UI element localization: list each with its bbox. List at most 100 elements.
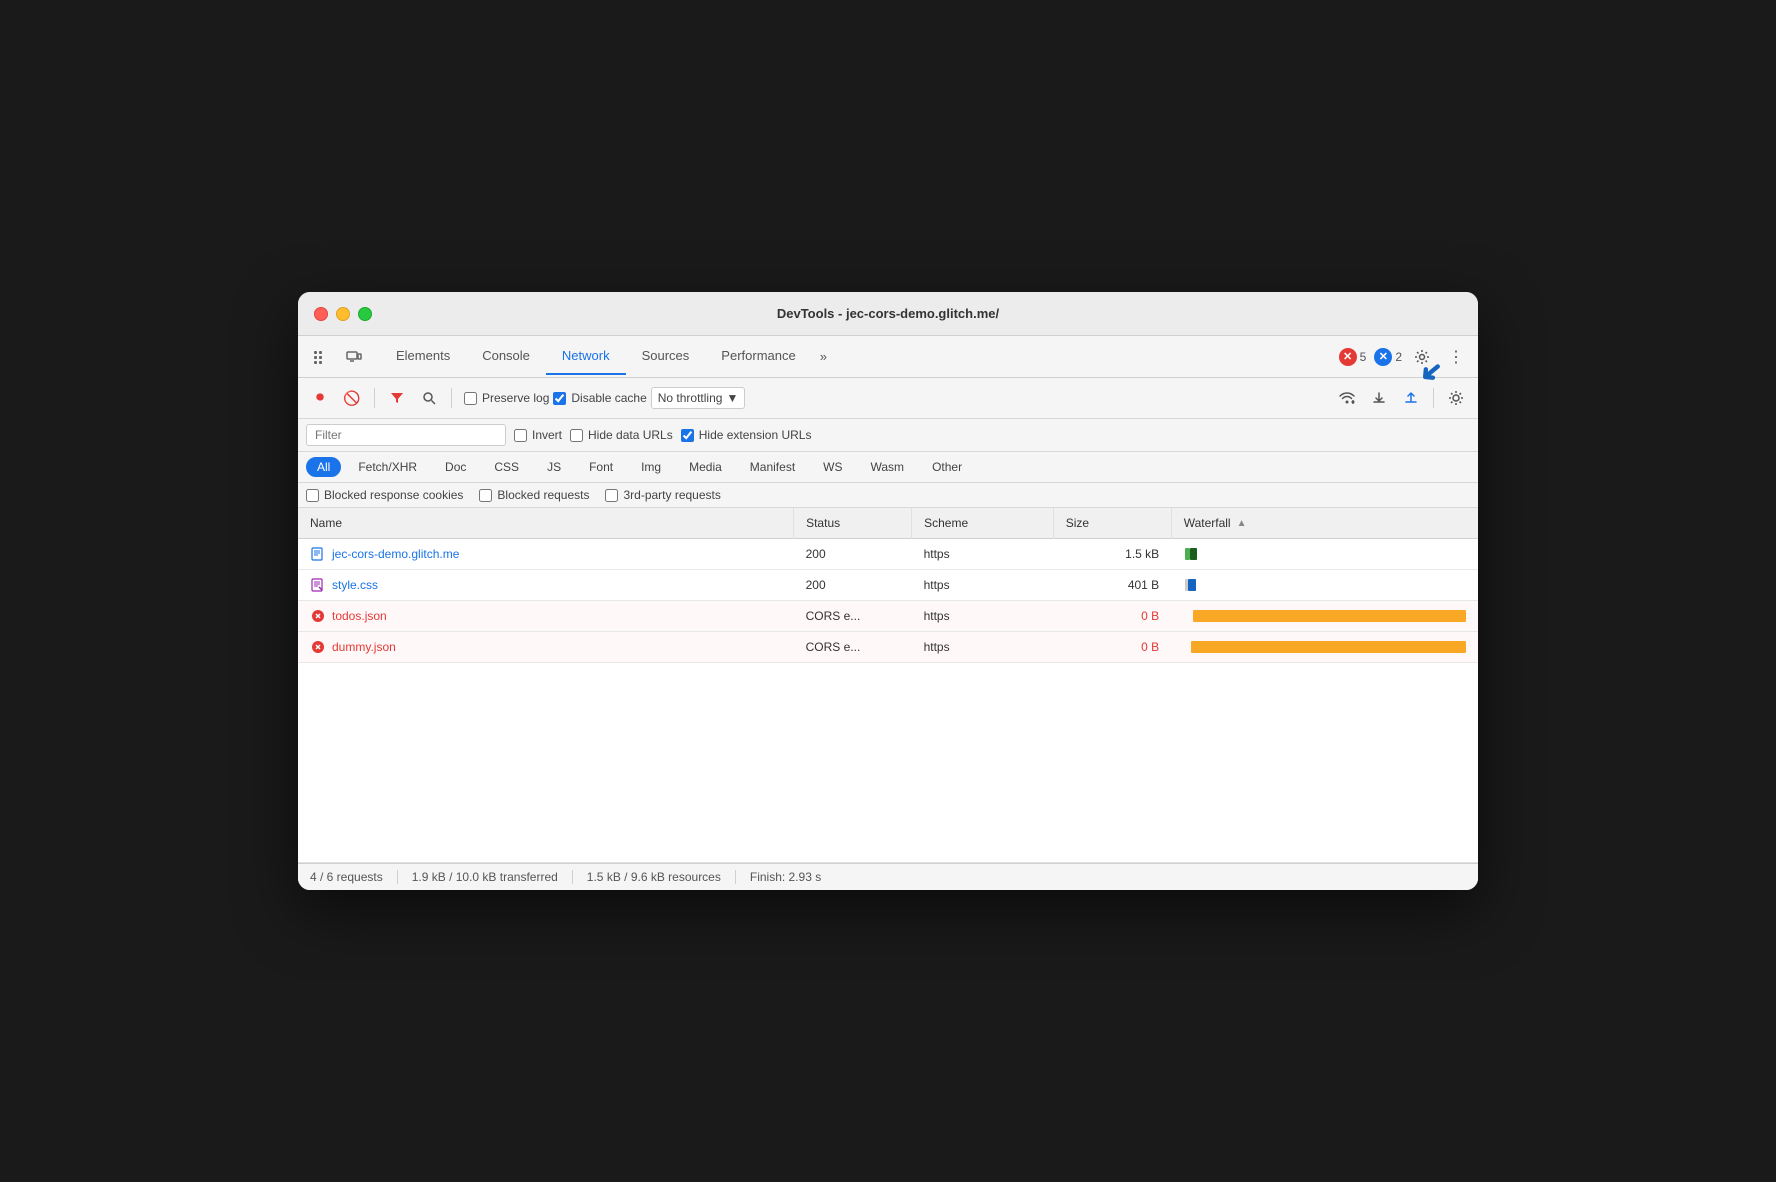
file-name: todos.json: [332, 609, 387, 623]
more-icon[interactable]: ⋮: [1442, 343, 1470, 371]
filter-row: Invert Hide data URLs Hide extension URL…: [298, 419, 1478, 452]
table-row[interactable]: dummy.json CORS e... https 0 B: [298, 632, 1478, 663]
scheme-cell: https: [912, 601, 1054, 632]
tab-performance[interactable]: Performance: [705, 338, 811, 375]
waterfall-cell: [1171, 570, 1478, 601]
scheme-cell: https: [912, 539, 1054, 570]
filter-input[interactable]: [306, 424, 506, 446]
title-bar: DevTools - jec-cors-demo.glitch.me/: [298, 292, 1478, 336]
table-header: Name Status Scheme Size Waterfall ▲: [298, 508, 1478, 539]
resources-status: 1.5 kB / 9.6 kB resources: [573, 870, 736, 884]
table-row[interactable]: todos.json CORS e... https 0 B: [298, 601, 1478, 632]
tab-network[interactable]: Network: [546, 338, 626, 375]
type-btn-doc[interactable]: Doc: [434, 457, 477, 477]
traffic-lights: [314, 307, 372, 321]
file-name: dummy.json: [332, 640, 396, 654]
disable-cache-checkbox[interactable]: [553, 392, 566, 405]
type-filter: All Fetch/XHR Doc CSS JS Font Img Media …: [298, 452, 1478, 483]
minimize-button[interactable]: [336, 307, 350, 321]
size-cell: 1.5 kB: [1053, 539, 1171, 570]
network-settings-icon[interactable]: [1442, 384, 1470, 412]
toolbar: ⏺ 🚫 Preserve log Disable ca: [298, 378, 1478, 419]
tab-icons: [306, 343, 368, 371]
type-btn-img[interactable]: Img: [630, 457, 672, 477]
export-button[interactable]: ➜: [1397, 384, 1425, 412]
wifi-settings-icon[interactable]: [1333, 384, 1361, 412]
waterfall-cell: [1171, 601, 1478, 632]
type-btn-media[interactable]: Media: [678, 457, 733, 477]
type-btn-all[interactable]: All: [306, 457, 341, 477]
preserve-log-checkbox[interactable]: [464, 392, 477, 405]
error-badge-red: ✕ 5: [1339, 348, 1367, 366]
cursor-icon[interactable]: [306, 343, 334, 371]
hide-data-urls-label[interactable]: Hide data URLs: [570, 428, 673, 442]
import-button[interactable]: [1365, 384, 1393, 412]
tab-console[interactable]: Console: [466, 338, 546, 375]
empty-area: [298, 663, 1478, 863]
hide-data-urls-checkbox[interactable]: [570, 429, 583, 442]
type-btn-ws[interactable]: WS: [812, 457, 853, 477]
col-name[interactable]: Name: [298, 508, 794, 539]
size-cell: 0 B: [1053, 632, 1171, 663]
window-title: DevTools - jec-cors-demo.glitch.me/: [777, 306, 999, 321]
col-size[interactable]: Size: [1053, 508, 1171, 539]
close-button[interactable]: [314, 307, 328, 321]
device-toolbar-icon[interactable]: [340, 343, 368, 371]
doc-icon: [310, 546, 326, 562]
tab-sources[interactable]: Sources: [626, 338, 706, 375]
type-btn-js[interactable]: JS: [536, 457, 572, 477]
clear-button[interactable]: 🚫: [338, 384, 366, 412]
error-icon: [310, 639, 326, 655]
toolbar-divider-1: [374, 388, 375, 408]
settings-icon[interactable]: [1408, 343, 1436, 371]
toolbar-right: ➜: [1333, 384, 1470, 412]
hide-extension-urls-checkbox[interactable]: [681, 429, 694, 442]
col-scheme[interactable]: Scheme: [912, 508, 1054, 539]
type-btn-fetch-xhr[interactable]: Fetch/XHR: [347, 457, 428, 477]
type-btn-other[interactable]: Other: [921, 457, 973, 477]
blocked-cookies-label[interactable]: Blocked response cookies: [306, 488, 463, 502]
hide-extension-urls-label[interactable]: Hide extension URLs: [681, 428, 812, 442]
col-waterfall[interactable]: Waterfall ▲: [1171, 508, 1478, 539]
error-icon-blue: ✕: [1374, 348, 1392, 366]
status-cell: CORS e...: [794, 632, 912, 663]
disable-cache-label[interactable]: Disable cache: [553, 391, 646, 405]
col-status[interactable]: Status: [794, 508, 912, 539]
tab-overflow[interactable]: »: [812, 339, 835, 374]
tab-elements[interactable]: Elements: [380, 338, 466, 375]
toolbar-divider-2: [451, 388, 452, 408]
name-cell: todos.json: [310, 608, 690, 624]
third-party-checkbox[interactable]: [605, 489, 618, 502]
file-name: style.css: [332, 578, 378, 592]
record-button[interactable]: ⏺: [306, 384, 334, 412]
table-row[interactable]: jec-cors-demo.glitch.me 200 https 1.5 kB: [298, 539, 1478, 570]
tabs: Elements Console Network Sources Perform…: [380, 338, 1339, 375]
status-cell: 200: [794, 539, 912, 570]
scheme-cell: https: [912, 570, 1054, 601]
table-row[interactable]: style.css 200 https 401 B: [298, 570, 1478, 601]
type-btn-css[interactable]: CSS: [483, 457, 530, 477]
blocked-requests-checkbox[interactable]: [479, 489, 492, 502]
error-badge-blue: ✕ 2: [1374, 348, 1402, 366]
blocked-requests-label[interactable]: Blocked requests: [479, 488, 589, 502]
error-icon: [310, 608, 326, 624]
type-btn-manifest[interactable]: Manifest: [739, 457, 806, 477]
tab-bar: Elements Console Network Sources Perform…: [298, 336, 1478, 378]
filter-icon[interactable]: [383, 384, 411, 412]
waterfall-cell: [1171, 539, 1478, 570]
finish-status: Finish: 2.93 s: [736, 870, 835, 884]
invert-label[interactable]: Invert: [514, 428, 562, 442]
type-btn-wasm[interactable]: Wasm: [860, 457, 916, 477]
status-cell: CORS e...: [794, 601, 912, 632]
preserve-log-label[interactable]: Preserve log: [464, 391, 549, 405]
devtools-window: DevTools - jec-cors-demo.glitch.me/: [298, 292, 1478, 890]
blocked-cookies-checkbox[interactable]: [306, 489, 319, 502]
third-party-label[interactable]: 3rd-party requests: [605, 488, 720, 502]
maximize-button[interactable]: [358, 307, 372, 321]
table-body: jec-cors-demo.glitch.me 200 https 1.5 kB: [298, 539, 1478, 663]
toolbar-divider-3: [1433, 388, 1434, 408]
search-icon[interactable]: [415, 384, 443, 412]
type-btn-font[interactable]: Font: [578, 457, 624, 477]
invert-checkbox[interactable]: [514, 429, 527, 442]
throttle-select[interactable]: No throttling ▼: [651, 387, 746, 409]
